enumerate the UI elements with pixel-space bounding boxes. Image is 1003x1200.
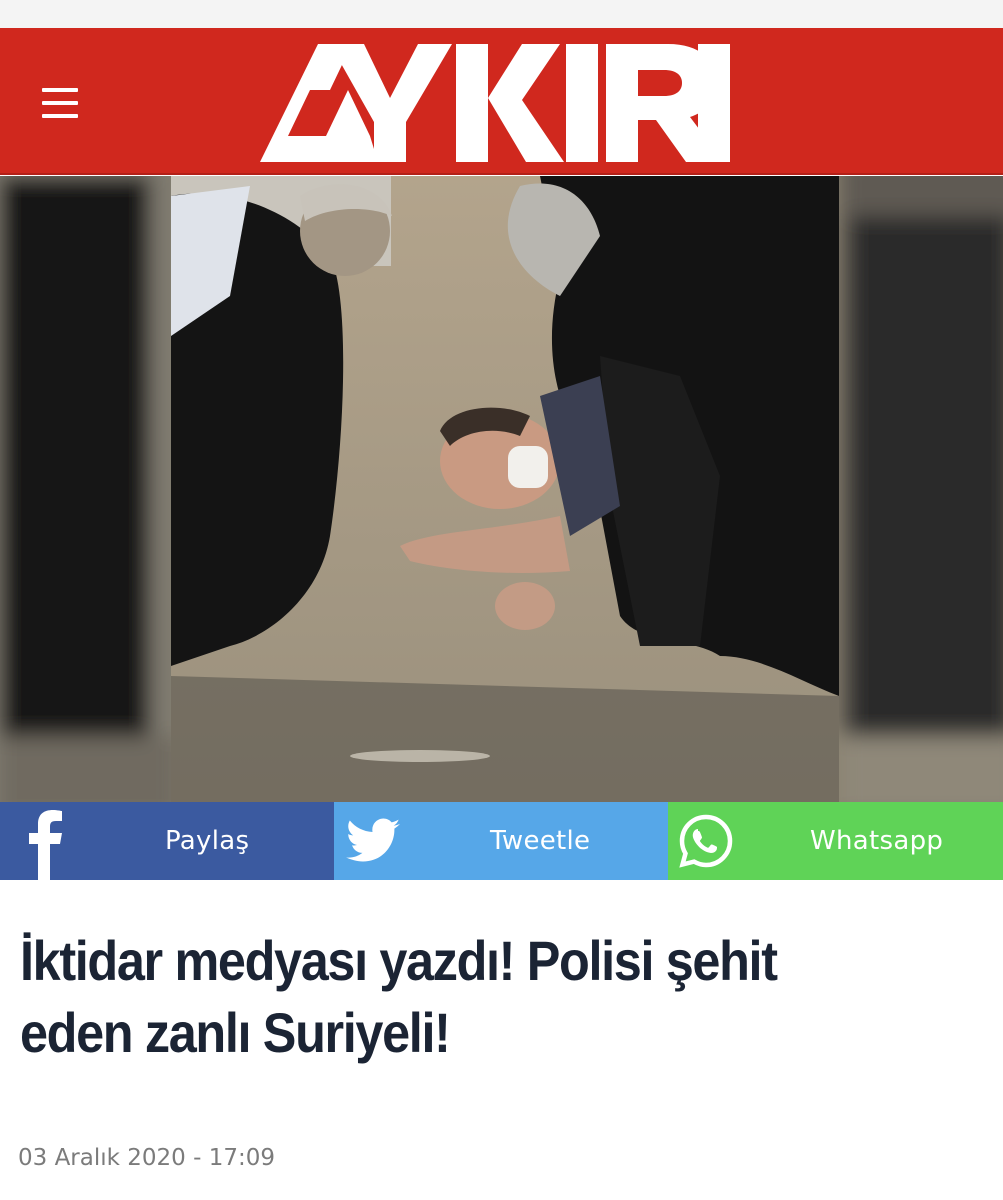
facebook-icon [24, 802, 64, 880]
article-date: 03 Aralık 2020 - 17:09 [18, 1145, 276, 1171]
site-logo[interactable] [260, 40, 730, 164]
facebook-share-label: Paylaş [165, 826, 250, 856]
whatsapp-share-button[interactable]: Whatsapp [668, 802, 1003, 880]
whatsapp-share-label: Whatsapp [810, 826, 944, 856]
news-photo [0, 176, 1003, 802]
twitter-share-button[interactable]: Tweetle [334, 802, 668, 880]
share-bar: Paylaş Tweetle Whatsapp [0, 802, 1003, 880]
site-header [0, 28, 1003, 175]
twitter-share-label: Tweetle [490, 826, 591, 856]
twitter-bird-icon [346, 802, 400, 880]
whatsapp-icon [678, 802, 734, 880]
status-strip [0, 0, 1003, 28]
article-title: İktidar medyası yazdı! Polisi şehit eden… [20, 929, 778, 1064]
facebook-share-button[interactable]: Paylaş [0, 802, 334, 880]
hamburger-menu-icon[interactable] [34, 84, 86, 124]
